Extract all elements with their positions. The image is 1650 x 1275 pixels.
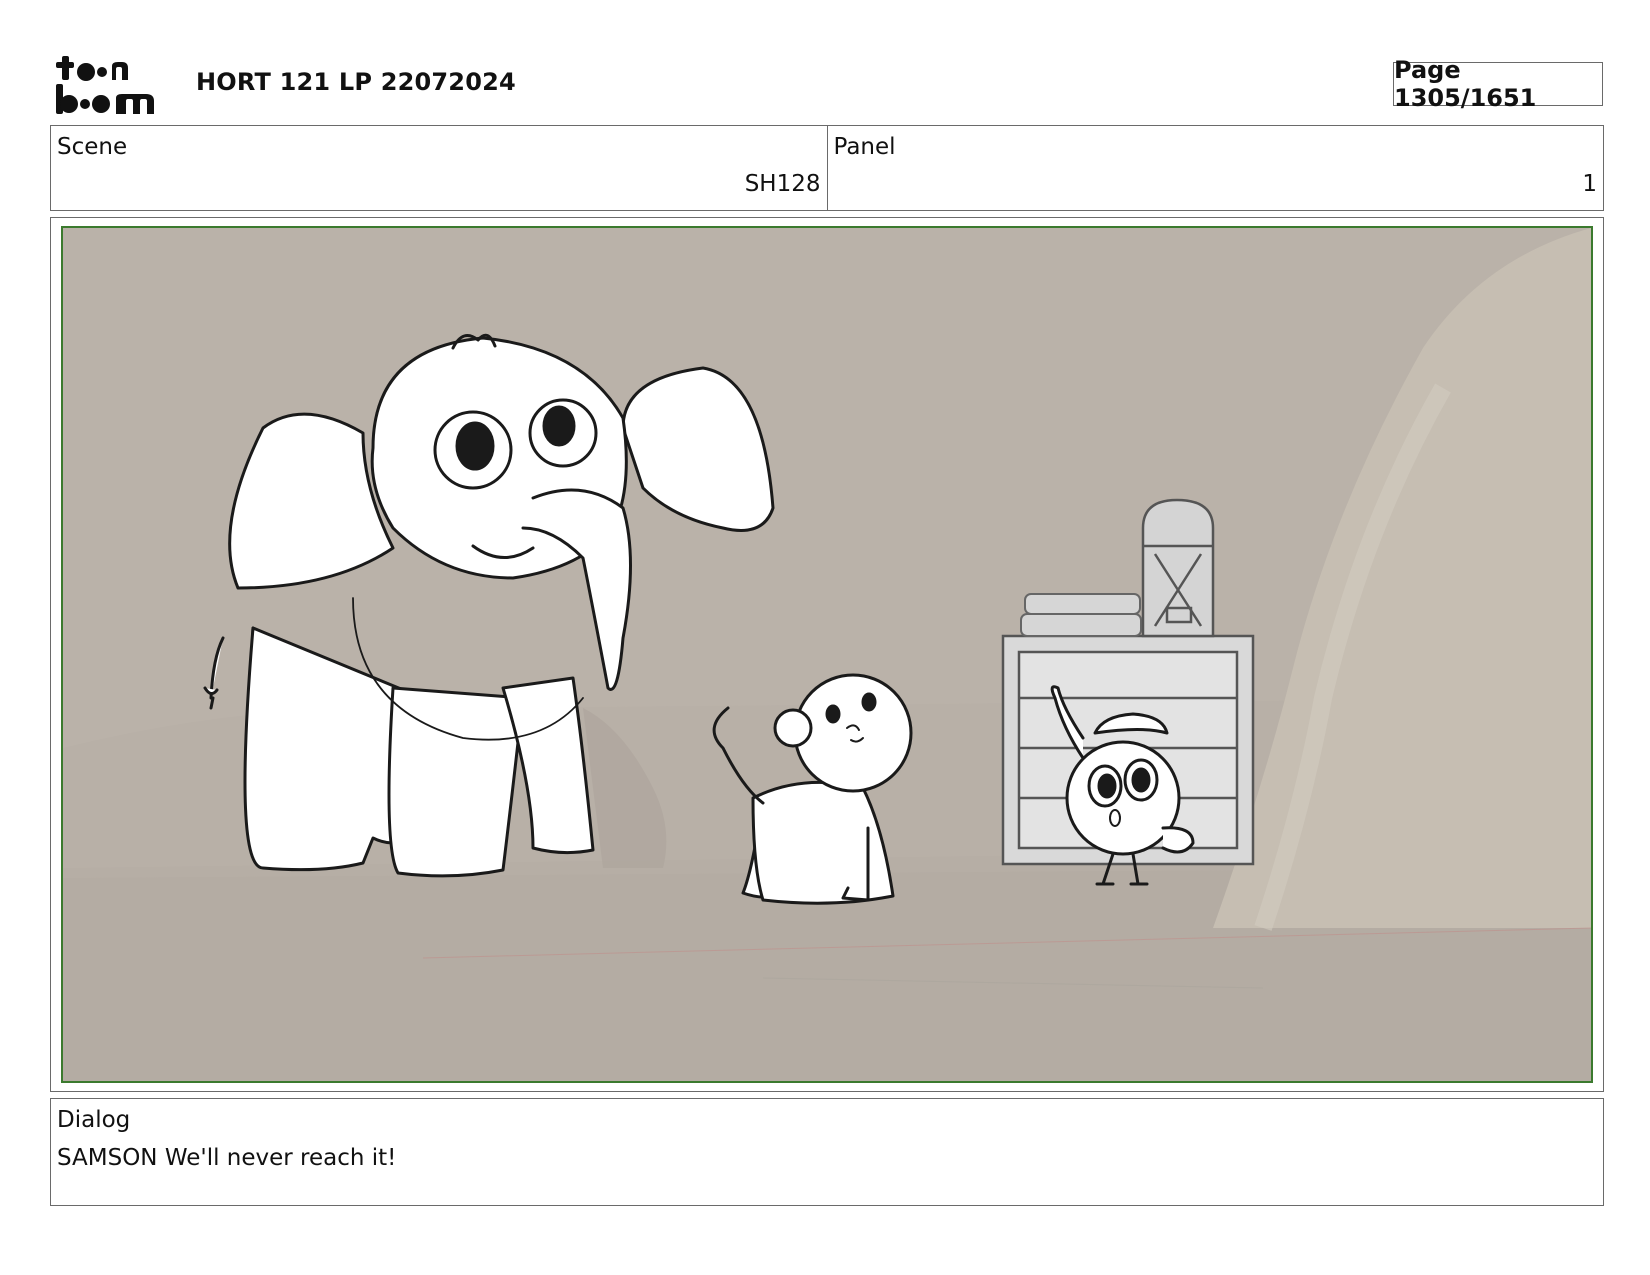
storyboard-panel-image — [61, 226, 1593, 1083]
panel-value: 1 — [1582, 171, 1597, 197]
storyboard-drawing — [63, 228, 1591, 1081]
scene-panel-row: Scene SH128 Panel 1 — [50, 125, 1604, 211]
lantern — [1141, 498, 1215, 638]
dialog-box: Dialog SAMSON We'll never reach it! — [50, 1098, 1604, 1206]
books — [1020, 593, 1142, 637]
storyboard-panel-frame — [50, 217, 1604, 1092]
panel-cell: Panel 1 — [826, 126, 1604, 210]
scene-value: SH128 — [744, 171, 821, 197]
scene-label: Scene — [57, 134, 128, 160]
page-number: Page 1305/1651 — [1393, 56, 1603, 112]
dialog-label: Dialog — [57, 1107, 131, 1133]
dialog-text: SAMSON We'll never reach it! — [57, 1145, 397, 1171]
project-title: HORT 121 LP 22072024 — [196, 68, 516, 96]
panel-label: Panel — [833, 134, 896, 160]
toonboom-logo — [56, 56, 154, 114]
scene-cell: Scene SH128 — [51, 126, 827, 210]
